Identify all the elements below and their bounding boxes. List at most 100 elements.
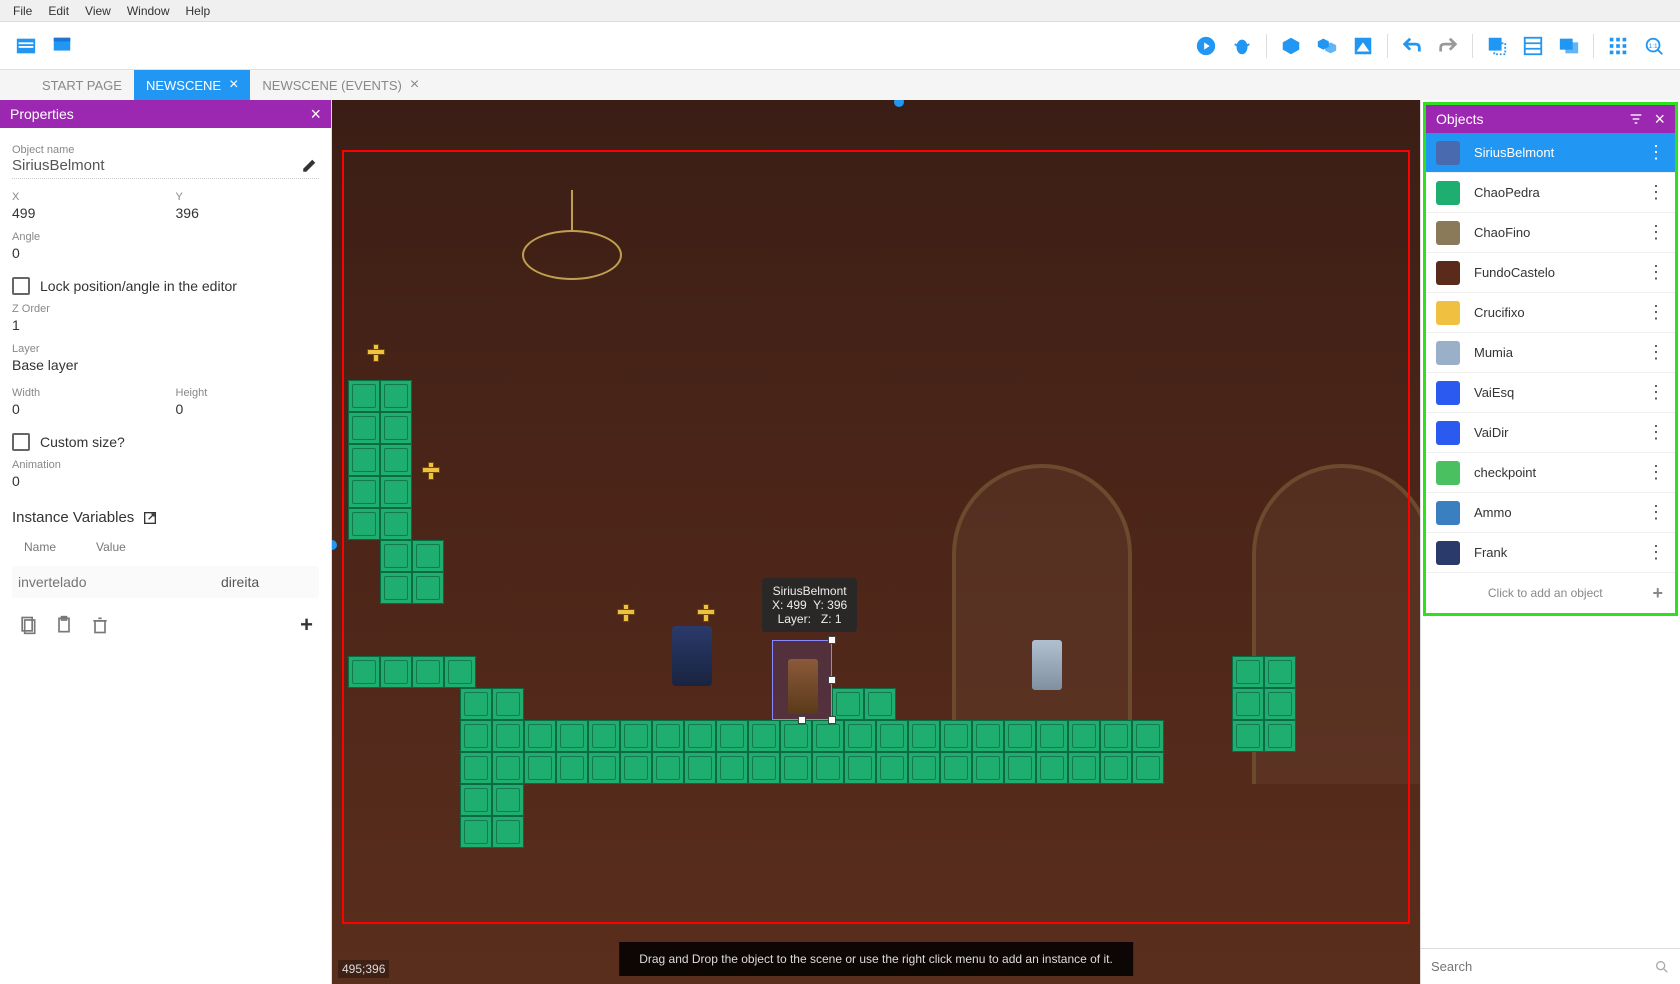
kebab-icon[interactable]: ⋮	[1647, 542, 1665, 563]
object-thumb	[1436, 301, 1460, 325]
var-name-input[interactable]	[12, 566, 205, 598]
toggle-grid-button[interactable]	[1517, 30, 1549, 62]
angle-value[interactable]: 0	[12, 243, 319, 263]
tab-newscene-events[interactable]: NEWSCENE (EVENTS) ×	[250, 70, 431, 100]
width-label: Width	[12, 387, 156, 399]
copy-icon[interactable]	[18, 615, 38, 635]
menu-view[interactable]: View	[77, 2, 119, 20]
edit-object-button[interactable]	[1275, 30, 1307, 62]
search-row	[1421, 948, 1680, 984]
object-item-checkpoint[interactable]: checkpoint ⋮	[1426, 453, 1675, 493]
hint-bar: Drag and Drop the object to the scene or…	[619, 942, 1133, 976]
menu-edit[interactable]: Edit	[40, 2, 77, 20]
tab-label: START PAGE	[42, 78, 122, 93]
crucifix-sprite[interactable]	[697, 604, 713, 620]
delete-icon[interactable]	[90, 615, 110, 635]
add-object-row[interactable]: Click to add an object +	[1426, 573, 1675, 613]
tab-newscene[interactable]: NEWSCENE ×	[134, 70, 250, 100]
close-icon[interactable]: ×	[1654, 109, 1665, 130]
layer-select[interactable]: Base layer	[12, 355, 319, 375]
mummy-sprite[interactable]	[1032, 640, 1062, 690]
object-name: Mumia	[1474, 345, 1633, 360]
angle-label: Angle	[12, 231, 319, 243]
kebab-icon[interactable]: ⋮	[1647, 142, 1665, 163]
width-value[interactable]: 0	[12, 399, 156, 419]
kebab-icon[interactable]: ⋮	[1647, 382, 1665, 403]
var-value-header: Value	[96, 540, 126, 554]
kebab-icon[interactable]: ⋮	[1647, 462, 1665, 483]
object-name: Ammo	[1474, 505, 1633, 520]
kebab-icon[interactable]: ⋮	[1647, 502, 1665, 523]
custom-size-checkbox[interactable]	[12, 433, 30, 451]
grid-options-button[interactable]	[1602, 30, 1634, 62]
close-icon[interactable]: ×	[310, 104, 321, 125]
new-scene-button[interactable]	[46, 30, 78, 62]
menu-help[interactable]: Help	[178, 2, 219, 20]
height-label: Height	[176, 387, 320, 399]
search-icon[interactable]	[1654, 959, 1670, 975]
tab-label: NEWSCENE	[146, 78, 221, 93]
object-item-vaiesq[interactable]: VaiEsq ⋮	[1426, 373, 1675, 413]
kebab-icon[interactable]: ⋮	[1647, 342, 1665, 363]
zoom-reset-button[interactable]: 1:1	[1638, 30, 1670, 62]
animation-value[interactable]: 0	[12, 471, 319, 491]
kebab-icon[interactable]: ⋮	[1647, 262, 1665, 283]
add-variable-button[interactable]: +	[300, 612, 313, 638]
tab-close-icon[interactable]: ×	[410, 77, 419, 93]
paste-icon[interactable]	[54, 615, 74, 635]
object-item-chaopedra[interactable]: ChaoPedra ⋮	[1426, 173, 1675, 213]
lock-checkbox[interactable]	[12, 277, 30, 295]
object-item-vaidir[interactable]: VaiDir ⋮	[1426, 413, 1675, 453]
properties-header: Properties ×	[0, 100, 331, 128]
toggle-window-mask-button[interactable]	[1553, 30, 1585, 62]
object-thumb	[1436, 181, 1460, 205]
kebab-icon[interactable]: ⋮	[1647, 182, 1665, 203]
kebab-icon[interactable]: ⋮	[1647, 222, 1665, 243]
menu-window[interactable]: Window	[119, 2, 178, 20]
object-item-fundocastelo[interactable]: FundoCastelo ⋮	[1426, 253, 1675, 293]
var-value-input[interactable]	[215, 566, 331, 598]
edit-layers-button[interactable]	[1347, 30, 1379, 62]
project-manager-button[interactable]	[10, 30, 42, 62]
x-value[interactable]: 499	[12, 203, 156, 223]
selected-instance[interactable]	[772, 640, 832, 720]
crucifix-sprite[interactable]	[422, 462, 438, 478]
scene-canvas[interactable]: document.write(Array.from({length:22},(_…	[332, 100, 1420, 984]
object-thumb	[1436, 141, 1460, 165]
tab-close-icon[interactable]: ×	[229, 77, 238, 93]
open-external-icon[interactable]	[142, 510, 158, 526]
object-item-mumia[interactable]: Mumia ⋮	[1426, 333, 1675, 373]
height-value[interactable]: 0	[176, 399, 320, 419]
properties-panel: Properties × Object name X 499 Y 396 Ang…	[0, 100, 332, 984]
add-icon[interactable]: +	[1652, 583, 1663, 604]
filter-icon[interactable]	[1628, 111, 1644, 127]
frank-sprite[interactable]	[672, 626, 712, 686]
object-item-ammo[interactable]: Ammo ⋮	[1426, 493, 1675, 533]
kebab-icon[interactable]: ⋮	[1647, 422, 1665, 443]
zorder-value[interactable]: 1	[12, 315, 319, 335]
play-button[interactable]	[1190, 30, 1222, 62]
redo-button[interactable]	[1432, 30, 1464, 62]
kebab-icon[interactable]: ⋮	[1647, 302, 1665, 323]
debug-button[interactable]	[1226, 30, 1258, 62]
object-name: VaiEsq	[1474, 385, 1633, 400]
menu-file[interactable]: File	[5, 2, 40, 20]
object-item-chaofino[interactable]: ChaoFino ⋮	[1426, 213, 1675, 253]
animation-label: Animation	[12, 459, 319, 471]
object-item-frank[interactable]: Frank ⋮	[1426, 533, 1675, 573]
edit-icon[interactable]	[301, 156, 319, 174]
crucifix-sprite[interactable]	[617, 604, 633, 620]
search-input[interactable]	[1431, 959, 1654, 974]
crucifix-sprite[interactable]	[367, 344, 383, 360]
toggle-mask-button[interactable]	[1481, 30, 1513, 62]
object-item-crucifixo[interactable]: Crucifixo ⋮	[1426, 293, 1675, 333]
layer-label: Layer	[12, 343, 319, 355]
zorder-label: Z Order	[12, 303, 319, 315]
y-value[interactable]: 396	[176, 203, 320, 223]
object-name-input[interactable]	[12, 157, 258, 174]
undo-button[interactable]	[1396, 30, 1428, 62]
edit-object-groups-button[interactable]	[1311, 30, 1343, 62]
cursor-coordinates: 495;396	[338, 960, 389, 978]
tab-start-page[interactable]: START PAGE	[30, 70, 134, 100]
object-item-siriusbelmont[interactable]: SiriusBelmont ⋮	[1426, 133, 1675, 173]
